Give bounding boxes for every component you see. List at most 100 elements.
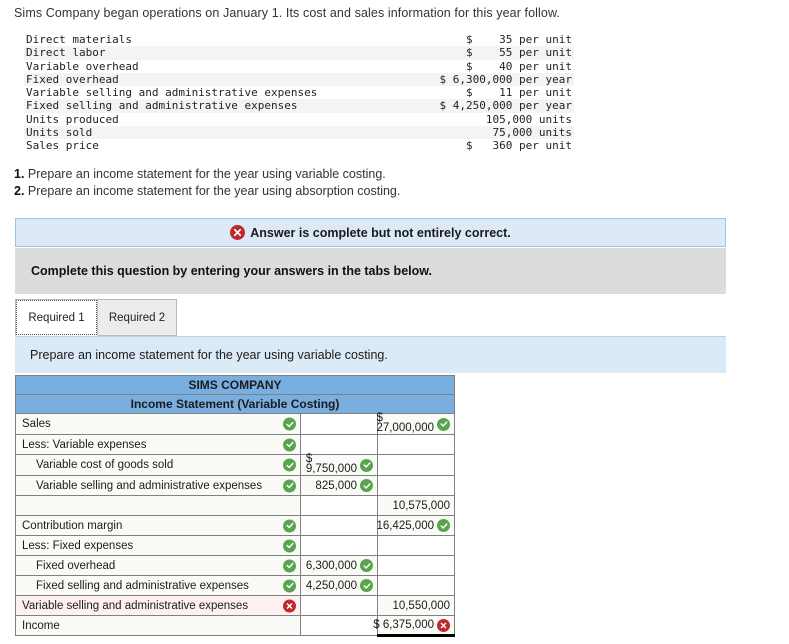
- statement-label-cell[interactable]: Sales: [15, 413, 301, 435]
- amount-value: 10,550,000: [392, 599, 450, 612]
- fact-value: $ 35 per unit: [466, 33, 572, 46]
- statement-amount-cell[interactable]: 6,300,000: [300, 555, 378, 576]
- tab-required-1-label: Required 1: [28, 311, 85, 324]
- fact-label: Direct materials: [26, 33, 132, 46]
- fact-value: $ 55 per unit: [466, 46, 572, 60]
- correct-check-icon: [283, 438, 296, 451]
- correct-check-icon: [437, 417, 450, 431]
- incorrect-x-icon: [437, 618, 450, 632]
- amount-cell-content: [301, 596, 373, 615]
- statement-label-cell[interactable]: Income: [15, 615, 301, 636]
- amount-cell-content: 4,250,000: [301, 576, 373, 595]
- statement-amount-cell[interactable]: 16,425,000: [376, 515, 455, 536]
- statement-label-cell[interactable]: Fixed overhead: [15, 555, 301, 576]
- amount-cell-content: [378, 476, 450, 495]
- instruction-bar: Complete this question by entering your …: [15, 248, 726, 294]
- statement-row: Less: Fixed expenses: [15, 535, 455, 556]
- amount-cell-content: [301, 536, 373, 555]
- statement-amount-cell[interactable]: $9,750,000: [300, 453, 378, 476]
- statement-amount-cell[interactable]: [377, 434, 455, 455]
- fact-row: Units sold 75,000 units: [24, 126, 574, 140]
- statement-amount-cell[interactable]: [377, 555, 455, 576]
- fact-label: Fixed selling and administrative expense…: [26, 99, 298, 113]
- amount-value: 6,300,000: [305, 559, 357, 572]
- fact-value: $ 360 per unit: [466, 139, 572, 153]
- incorrect-x-icon: [283, 599, 296, 612]
- statement-amount-cell[interactable]: 10,550,000: [377, 595, 455, 616]
- fact-value: $ 40 per unit: [466, 59, 572, 73]
- amount-cell-content: [301, 516, 373, 535]
- amount-cell-content: [378, 536, 450, 555]
- correct-check-icon: [283, 559, 296, 572]
- tab-required-2[interactable]: Required 2: [97, 299, 177, 336]
- statement-label-cell[interactable]: Variable cost of goods sold: [15, 454, 301, 476]
- statement-label-cell[interactable]: Variable selling and administrative expe…: [15, 475, 301, 496]
- amount-cell-content: [378, 576, 450, 595]
- statement-amount-cell[interactable]: 10,575,000: [377, 495, 455, 516]
- income-statement-table: SIMS COMPANY Income Statement (Variable …: [15, 375, 455, 637]
- fact-row: Direct materials $ 35 per unit: [24, 33, 574, 46]
- amount-cell-content: [378, 455, 450, 475]
- amount-value: 10,575,000: [392, 499, 450, 512]
- statement-label-cell[interactable]: Less: Fixed expenses: [15, 535, 301, 556]
- correct-check-icon: [360, 579, 373, 592]
- statement-label-text: Sales: [22, 418, 51, 430]
- fact-value: 75,000 units: [492, 126, 572, 140]
- statement-label-text: Contribution margin: [22, 519, 123, 532]
- statement-amount-cell[interactable]: 825,000: [300, 475, 378, 496]
- amount-cell-content: 6,300,000: [301, 556, 373, 575]
- statement-amount-cell[interactable]: [300, 413, 378, 435]
- correct-check-icon: [283, 519, 296, 532]
- statement-amount-cell[interactable]: [300, 515, 378, 536]
- statement-label-cell[interactable]: Fixed selling and administrative expense…: [15, 575, 301, 596]
- statement-amount-cell[interactable]: [300, 535, 378, 556]
- facts-body: Direct materials $ 35 per unit Direct labo…: [24, 33, 574, 153]
- fact-label: Units sold: [26, 126, 93, 140]
- statement-label-cell[interactable]: Contribution margin: [15, 515, 301, 536]
- statement-amount-cell[interactable]: [300, 434, 378, 455]
- statement-amount-cell[interactable]: [300, 495, 378, 516]
- statement-label-cell[interactable]: [15, 495, 301, 516]
- fact-label: Sales price: [26, 139, 99, 153]
- statement-company-name: SIMS COMPANY: [15, 375, 455, 395]
- statement-row: Variable selling and administrative expe…: [15, 475, 455, 496]
- amount-cell-content: [301, 496, 373, 515]
- correct-check-icon: [283, 539, 296, 552]
- correct-check-icon: [360, 458, 373, 472]
- statement-label-text: Variable selling and administrative expe…: [36, 479, 263, 492]
- requirement-item: 2. Prepare an income statement for the y…: [14, 183, 400, 200]
- statement-label-text: Less: Fixed expenses: [22, 539, 134, 552]
- amount-cell-content: [378, 435, 450, 454]
- amount-cell-content: [301, 435, 373, 454]
- tab-prompt-text: Prepare an income statement for the year…: [30, 348, 388, 362]
- fact-row: Units produced 105,000 units: [24, 113, 574, 126]
- fact-row: Fixed overhead $ 6,300,000 per year: [24, 72, 574, 87]
- amount-cell-content: $9,750,000: [301, 453, 373, 475]
- statement-label-cell[interactable]: Variable selling and administrative expe…: [15, 595, 301, 616]
- statement-row: Income $ 6,375,000: [15, 615, 455, 637]
- statement-amount-cell[interactable]: [300, 595, 378, 616]
- statement-row: Fixed overhead 6,300,000: [15, 555, 455, 576]
- statement-amount-cell[interactable]: [300, 615, 378, 636]
- fact-value: 105,000 units: [485, 112, 572, 126]
- statement-row: Contribution margin 16,425,000: [15, 515, 455, 536]
- statement-amount-cell[interactable]: [377, 475, 455, 496]
- statement-amount-cell[interactable]: [377, 575, 455, 596]
- amount-cell-content: $ 6,375,000: [373, 616, 450, 634]
- statement-amount-cell[interactable]: [377, 454, 455, 476]
- correct-check-icon: [283, 458, 296, 472]
- statement-row: Variable selling and administrative expe…: [15, 595, 455, 616]
- statement-label-text: Income: [22, 619, 60, 632]
- statement-amount-cell[interactable]: [377, 535, 455, 556]
- statement-amount-cell[interactable]: 4,250,000: [300, 575, 378, 596]
- statement-label-cell[interactable]: Less: Variable expenses: [15, 434, 301, 455]
- fact-label: Units produced: [26, 112, 119, 126]
- tab-prompt-bar: Prepare an income statement for the year…: [15, 336, 726, 373]
- tab-required-1[interactable]: Required 1: [15, 299, 98, 336]
- cost-and-sales-facts-table: Direct materials $ 35 per unit Direct labo…: [24, 33, 574, 153]
- statement-amount-cell[interactable]: $ 6,375,000: [373, 615, 455, 637]
- amount-cell-content: 825,000: [301, 476, 373, 495]
- statement-amount-cell[interactable]: $27,000,000: [376, 412, 455, 435]
- correct-check-icon: [360, 479, 373, 492]
- statement-label-text: Fixed selling and administrative expense…: [36, 579, 249, 592]
